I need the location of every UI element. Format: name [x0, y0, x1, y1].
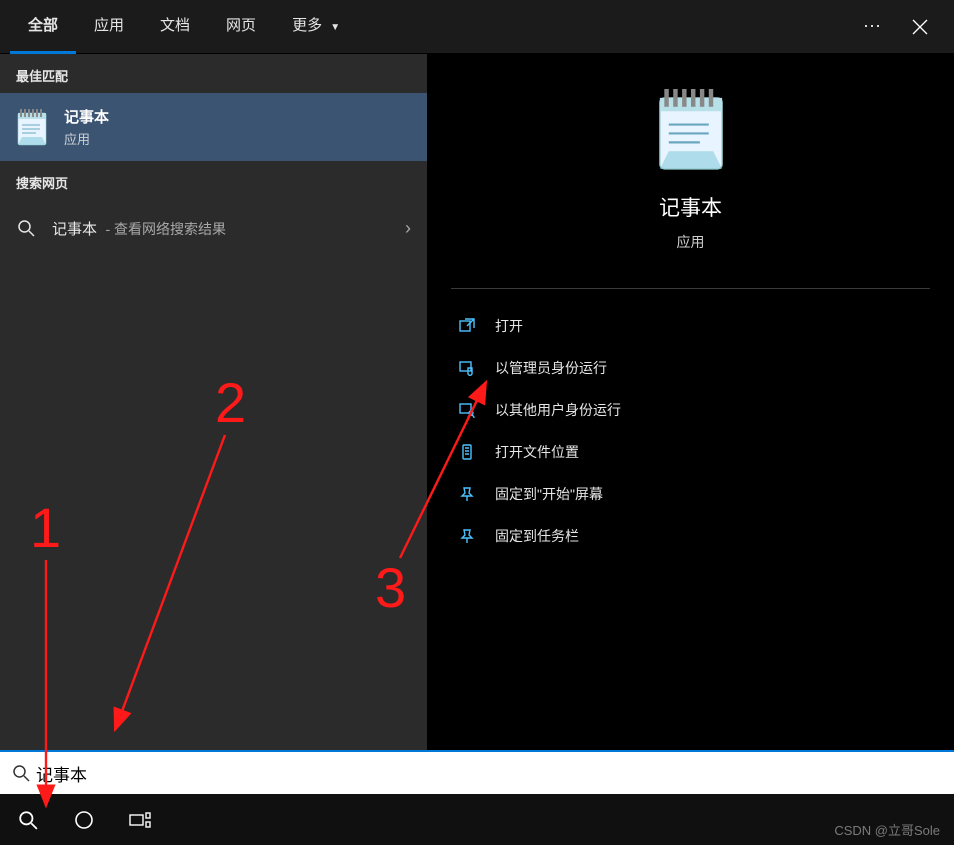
task-view-icon [129, 811, 151, 829]
action-open-location[interactable]: 打开文件位置 [447, 431, 934, 473]
search-icon [6, 764, 36, 782]
tab-web[interactable]: 网页 [208, 0, 274, 54]
web-search-result[interactable]: 记事本 - 查看网络搜索结果 › [0, 200, 427, 256]
best-match-result[interactable]: 记事本 应用 [0, 93, 427, 161]
taskbar-cortana-button[interactable] [56, 794, 112, 845]
action-pin-taskbar[interactable]: 固定到任务栏 [447, 515, 934, 557]
search-box[interactable] [0, 750, 954, 794]
action-run-other-user-label: 以其他用户身份运行 [495, 400, 621, 420]
web-query-hint: - 查看网络搜索结果 [105, 221, 226, 237]
pin-taskbar-icon [457, 528, 477, 544]
action-open-location-label: 打开文件位置 [495, 442, 579, 462]
folder-location-icon [457, 444, 477, 460]
notepad-large-icon [651, 84, 731, 174]
annotation-2: 2 [215, 375, 246, 431]
annotation-1: 1 [30, 500, 61, 556]
annotation-3: 3 [375, 560, 406, 616]
chevron-right-icon: › [405, 218, 411, 239]
detail-app-name: 记事本 [659, 192, 722, 222]
pin-start-icon [457, 486, 477, 502]
action-pin-start-label: 固定到"开始"屏幕 [495, 484, 603, 504]
close-button[interactable] [896, 0, 944, 54]
web-query-label: 记事本 [52, 221, 97, 238]
taskbar [0, 794, 954, 845]
search-results-panel: 全部 应用 文档 网页 更多 ▼ ⋯ 最佳匹配 [0, 0, 954, 750]
tab-all[interactable]: 全部 [10, 0, 76, 54]
tab-more[interactable]: 更多 ▼ [274, 0, 358, 54]
result-subtitle: 应用 [64, 129, 109, 148]
tab-more-label: 更多 [292, 17, 322, 34]
search-icon [16, 219, 36, 237]
open-icon [457, 318, 477, 334]
taskbar-search-button[interactable] [0, 794, 56, 845]
action-pin-start[interactable]: 固定到"开始"屏幕 [447, 473, 934, 515]
result-detail-pane: 记事本 应用 打开 以管理员身份运行 [427, 54, 954, 750]
notepad-icon [14, 107, 50, 147]
action-pin-taskbar-label: 固定到任务栏 [495, 526, 579, 546]
tab-apps[interactable]: 应用 [76, 0, 142, 54]
results-list: 最佳匹配 记事本 应用 搜索网页 [0, 54, 427, 750]
result-title: 记事本 [64, 106, 109, 127]
search-filter-tabs: 全部 应用 文档 网页 更多 ▼ ⋯ [0, 0, 954, 54]
action-list: 打开 以管理员身份运行 以其他用户身份运行 [427, 299, 954, 563]
tab-documents[interactable]: 文档 [142, 0, 208, 54]
action-run-other-user[interactable]: 以其他用户身份运行 [447, 389, 934, 431]
user-run-icon [457, 402, 477, 418]
cortana-icon [74, 810, 94, 830]
search-web-header: 搜索网页 [0, 161, 427, 200]
more-options-button[interactable]: ⋯ [848, 0, 896, 54]
ellipsis-icon: ⋯ [863, 16, 881, 37]
close-icon [912, 19, 928, 35]
chevron-down-icon: ▼ [330, 22, 340, 33]
action-open[interactable]: 打开 [447, 305, 934, 347]
action-run-admin-label: 以管理员身份运行 [495, 358, 607, 378]
search-input[interactable] [36, 752, 948, 794]
search-icon [18, 810, 38, 830]
watermark: CSDN @立哥Sole [834, 820, 940, 839]
action-open-label: 打开 [495, 316, 523, 336]
taskbar-taskview-button[interactable] [112, 794, 168, 845]
shield-admin-icon [457, 360, 477, 376]
action-run-admin[interactable]: 以管理员身份运行 [447, 347, 934, 389]
divider [451, 288, 930, 289]
best-match-header: 最佳匹配 [0, 54, 427, 93]
detail-app-type: 应用 [677, 232, 705, 252]
